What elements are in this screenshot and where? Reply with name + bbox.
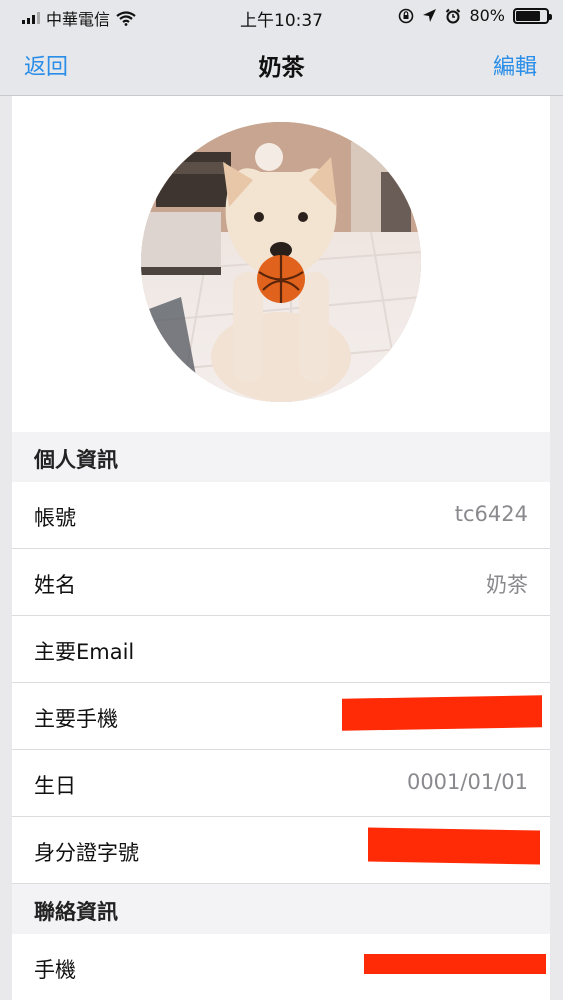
row-value: 0001/01/01 [406, 770, 528, 794]
redaction-mark [368, 827, 540, 865]
row-primary-mobile[interactable]: 主要手機 [12, 683, 550, 750]
row-label: 生日 [34, 774, 76, 798]
row-account[interactable]: 帳號 tc6424 [12, 482, 550, 549]
row-birthday[interactable]: 生日 0001/01/01 [12, 750, 550, 817]
battery-percent: 80% [469, 6, 505, 25]
top-bar: 中華電信 上午10:37 80% 返回 奶茶 編輯 [0, 0, 563, 96]
section-personal-info: 個人資訊 [12, 432, 550, 482]
redaction-mark [342, 695, 542, 731]
row-label: 主要Email [34, 640, 135, 664]
status-bar: 中華電信 上午10:37 80% [0, 0, 563, 34]
section-title: 聯絡資訊 [34, 900, 118, 924]
profile-avatar[interactable] [141, 122, 421, 402]
dog-avatar-image [141, 122, 421, 402]
row-name[interactable]: 姓名 奶茶 [12, 549, 550, 616]
alarm-clock-icon [446, 8, 461, 23]
battery-icon [513, 7, 552, 24]
row-label: 姓名 [34, 573, 76, 597]
edit-button[interactable]: 編輯 [493, 49, 537, 81]
redaction-mark [364, 954, 546, 974]
row-mobile[interactable]: 手機 [12, 934, 550, 1000]
orientation-lock-icon [399, 8, 414, 23]
section-contact-info: 聯絡資訊 [12, 884, 550, 934]
row-label: 身分證字號 [34, 841, 139, 865]
row-value: tc6424 [454, 502, 528, 526]
status-right: 80% [398, 6, 552, 25]
page-title: 奶茶 [258, 55, 305, 81]
battery-fill [516, 10, 540, 21]
row-label: 主要手機 [34, 707, 118, 731]
row-value: 奶茶 [486, 573, 528, 597]
row-primary-email[interactable]: 主要Email [12, 616, 550, 683]
navigation-bar: 返回 奶茶 編輯 [0, 34, 563, 94]
row-label: 帳號 [34, 506, 76, 530]
profile-card: 個人資訊 帳號 tc6424 姓名 奶茶 主要Email 主要手機 生日 000… [12, 96, 550, 1000]
row-id-number[interactable]: 身分證字號 [12, 817, 550, 884]
location-arrow-icon [423, 9, 437, 22]
section-title: 個人資訊 [34, 448, 118, 472]
row-label: 手機 [34, 958, 76, 982]
